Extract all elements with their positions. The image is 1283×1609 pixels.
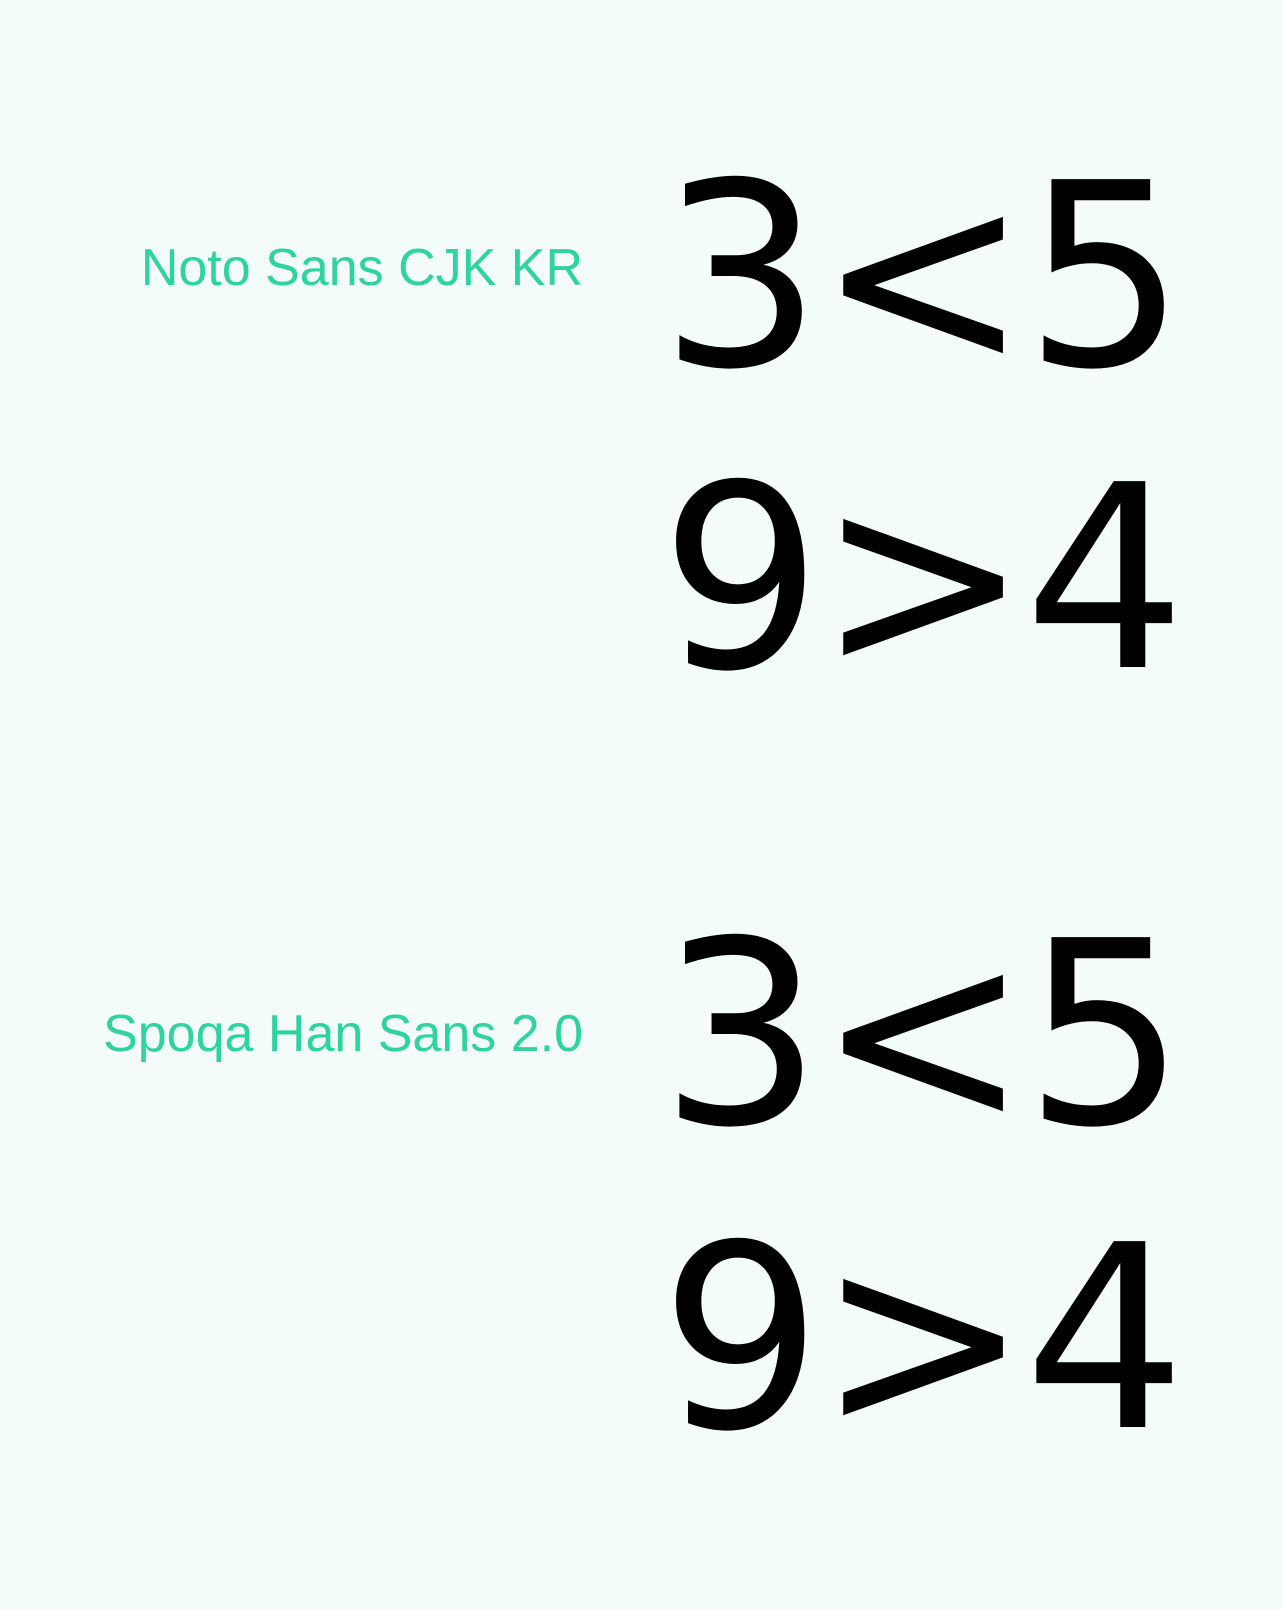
sample-line-1: 3<5 [660,887,1186,1184]
font-section-noto: Noto Sans CJK KR 3<5 9>4 [0,0,1283,760]
font-section-spoqa: Spoqa Han Sans 2.0 3<5 9>4 [0,760,1283,1609]
sample-line-2: 9>4 [660,1191,1186,1488]
font-label: Spoqa Han Sans 2.0 [103,1005,583,1063]
sample-line-2: 9>4 [660,431,1186,728]
sample-line-1: 3<5 [660,129,1186,426]
font-label: Noto Sans CJK KR [140,239,583,297]
